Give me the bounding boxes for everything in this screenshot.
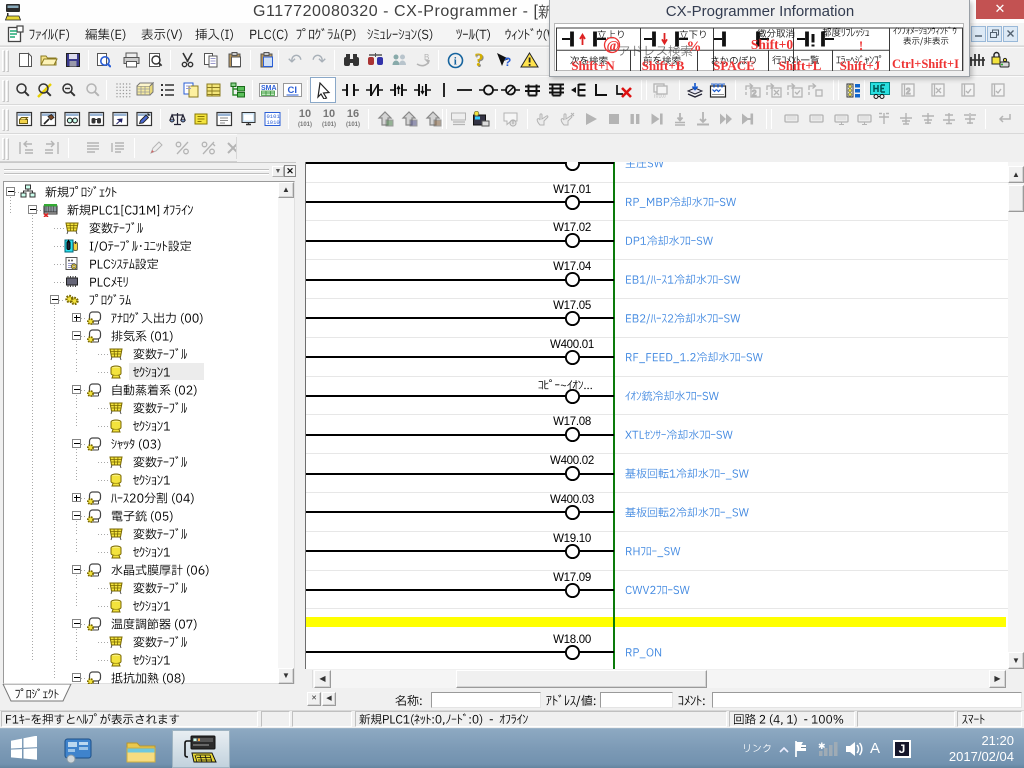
- svg-text:2: 2: [752, 89, 757, 98]
- svg-text:2: 2: [906, 87, 911, 96]
- svg-text:B: B: [424, 53, 429, 62]
- svg-text:?: ?: [504, 55, 511, 69]
- svg-text:1010: 1010: [267, 119, 280, 126]
- svg-text:i: i: [453, 55, 456, 67]
- svg-text:CI: CI: [287, 85, 297, 96]
- svg-text:(010): (010): [654, 94, 666, 99]
- svg-text:✱: ✱: [818, 741, 826, 751]
